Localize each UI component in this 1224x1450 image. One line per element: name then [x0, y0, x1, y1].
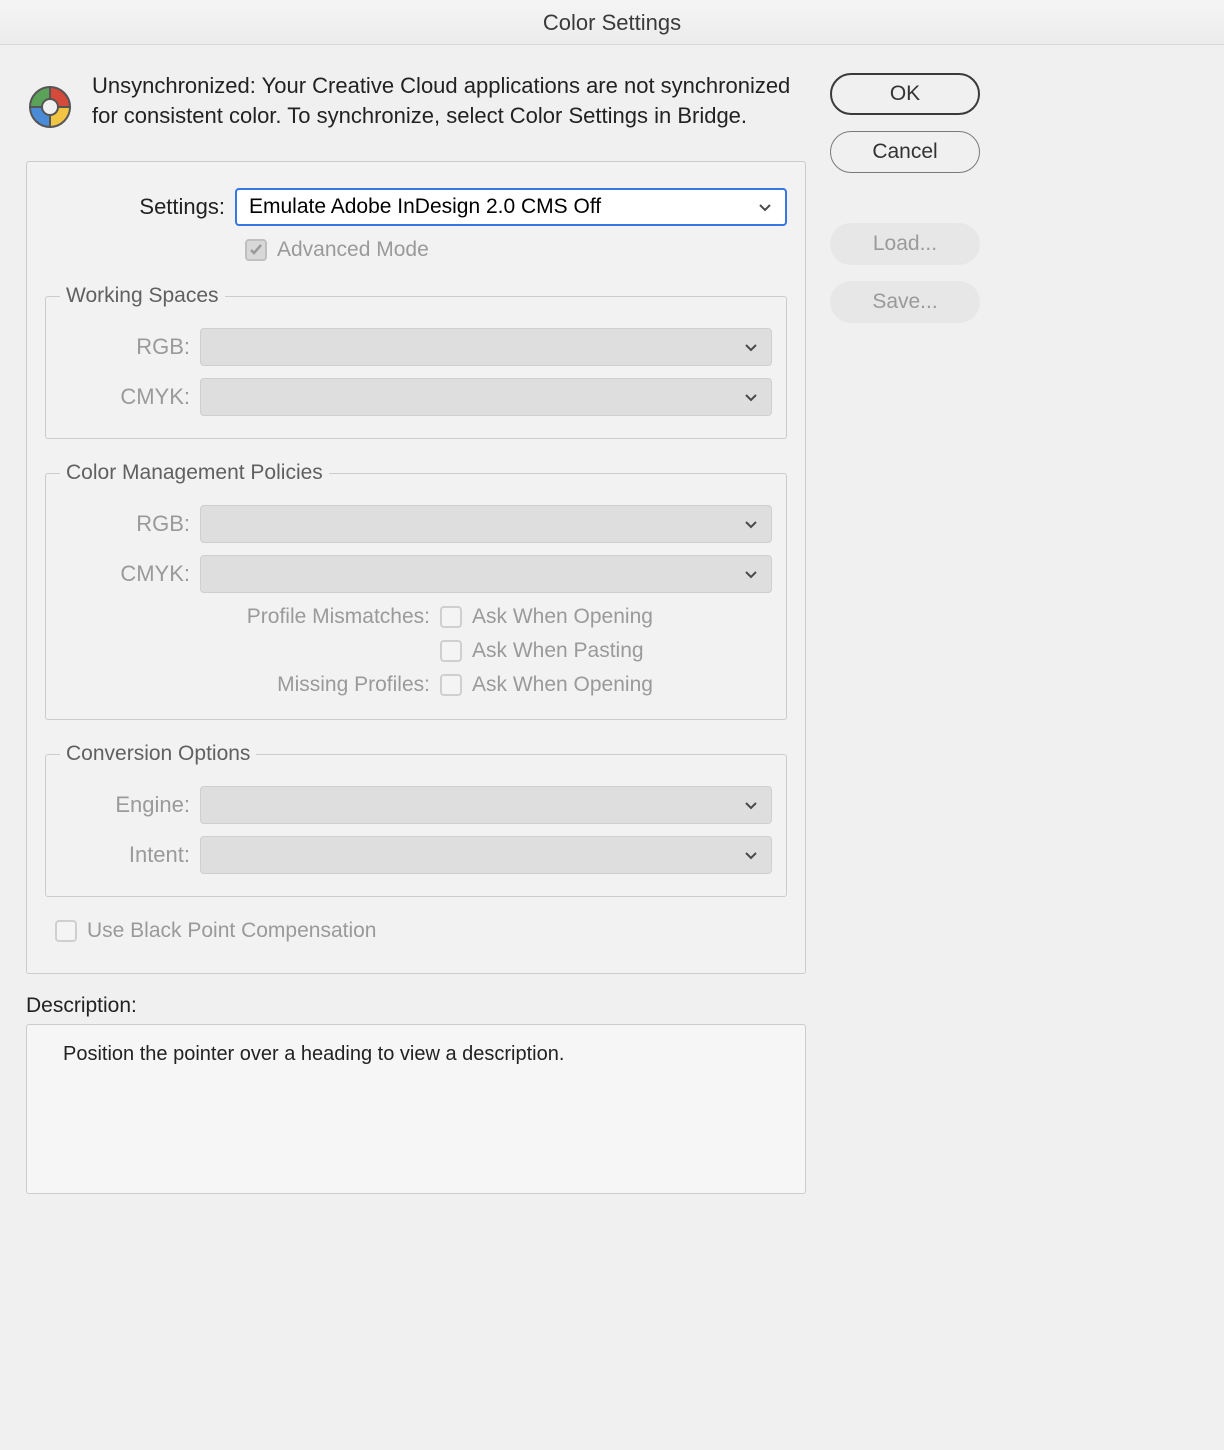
chevron-down-icon: [743, 516, 759, 532]
policies-legend: Color Management Policies: [60, 461, 329, 485]
chevron-down-icon: [743, 566, 759, 582]
working-spaces-legend: Working Spaces: [60, 284, 225, 308]
color-management-policies-group: Color Management Policies RGB: CMYK:: [45, 461, 787, 720]
description-text: Position the pointer over a heading to v…: [63, 1043, 564, 1065]
ws-rgb-select[interactable]: [200, 328, 772, 366]
settings-label: Settings:: [45, 194, 235, 220]
sync-icon: [26, 83, 74, 131]
engine-select[interactable]: [200, 786, 772, 824]
chevron-down-icon: [743, 339, 759, 355]
conversion-legend: Conversion Options: [60, 742, 256, 766]
conversion-options-group: Conversion Options Engine: Intent:: [45, 742, 787, 897]
pol-rgb-label: RGB:: [60, 511, 200, 537]
description-box: Position the pointer over a heading to v…: [26, 1024, 806, 1194]
pol-rgb-select[interactable]: [200, 505, 772, 543]
black-point-label: Use Black Point Compensation: [87, 919, 376, 943]
advanced-mode-label: Advanced Mode: [277, 238, 429, 262]
pol-cmyk-label: CMYK:: [60, 561, 200, 587]
profile-mismatches-label: Profile Mismatches:: [60, 605, 440, 629]
black-point-checkbox[interactable]: [55, 920, 77, 942]
mismatch-ask-pasting-checkbox[interactable]: [440, 640, 462, 662]
mismatch-ask-opening-checkbox[interactable]: [440, 606, 462, 628]
working-spaces-group: Working Spaces RGB: CMYK:: [45, 284, 787, 439]
mismatch-ask-pasting-label: Ask When Pasting: [472, 639, 644, 663]
missing-ask-opening-label: Ask When Opening: [472, 673, 653, 697]
main-panel: Settings: Emulate Adobe InDesign 2.0 CMS…: [26, 161, 806, 974]
ws-cmyk-label: CMYK:: [60, 384, 200, 410]
settings-value: Emulate Adobe InDesign 2.0 CMS Off: [249, 195, 601, 219]
pol-cmyk-select[interactable]: [200, 555, 772, 593]
ws-cmyk-select[interactable]: [200, 378, 772, 416]
chevron-down-icon: [743, 389, 759, 405]
intent-label: Intent:: [60, 842, 200, 868]
engine-label: Engine:: [60, 792, 200, 818]
chevron-down-icon: [743, 847, 759, 863]
cancel-button[interactable]: Cancel: [830, 131, 980, 173]
ok-button[interactable]: OK: [830, 73, 980, 115]
chevron-down-icon: [743, 797, 759, 813]
save-button[interactable]: Save...: [830, 281, 980, 323]
missing-ask-opening-checkbox[interactable]: [440, 674, 462, 696]
chevron-down-icon: [757, 199, 773, 215]
description-label: Description:: [26, 994, 806, 1018]
ws-rgb-label: RGB:: [60, 334, 200, 360]
advanced-mode-checkbox[interactable]: [245, 239, 267, 261]
mismatch-ask-opening-label: Ask When Opening: [472, 605, 653, 629]
missing-profiles-label: Missing Profiles:: [60, 673, 440, 697]
settings-select[interactable]: Emulate Adobe InDesign 2.0 CMS Off: [235, 188, 787, 226]
window-title: Color Settings: [0, 0, 1224, 45]
sync-message: Unsynchronized: Your Creative Cloud appl…: [92, 71, 792, 130]
load-button[interactable]: Load...: [830, 223, 980, 265]
intent-select[interactable]: [200, 836, 772, 874]
